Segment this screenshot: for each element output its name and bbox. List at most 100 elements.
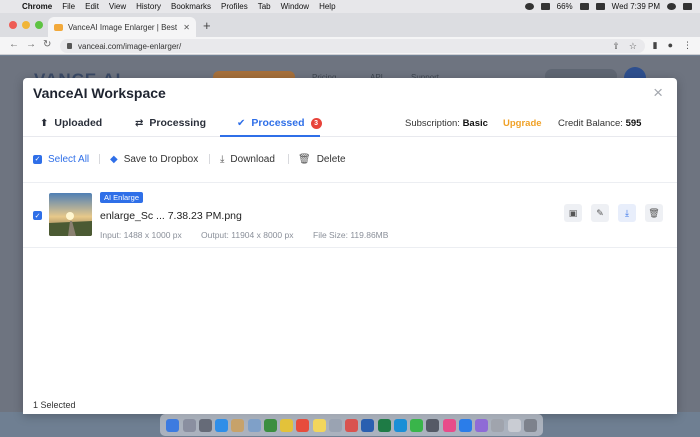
toolbar-divider: [99, 154, 100, 164]
subscription-info: Subscription: Basic: [405, 118, 488, 129]
delete-icon[interactable]: 🗑︎: [645, 204, 663, 222]
siri-icon[interactable]: [683, 3, 692, 10]
battery-icon[interactable]: [579, 3, 589, 10]
safari-icon[interactable]: [215, 418, 228, 432]
wechat-icon[interactable]: [410, 418, 423, 432]
downloads-stack-icon[interactable]: [507, 418, 521, 432]
finder-icon[interactable]: [166, 418, 180, 432]
menu-app-name[interactable]: Chrome: [22, 2, 52, 11]
browser-tab[interactable]: VanceAI Image Enlarger | Best ✕: [48, 17, 196, 37]
download-button[interactable]: ⤓ Download: [220, 148, 275, 170]
notes-app-icon[interactable]: [231, 418, 245, 432]
preview-image-icon[interactable]: ▣: [564, 204, 582, 222]
minimize-window-icon[interactable]: [22, 21, 30, 29]
menu-window[interactable]: Window: [281, 2, 309, 11]
upgrade-link[interactable]: Upgrade: [503, 118, 542, 129]
podcasts-icon[interactable]: [475, 418, 488, 432]
messages-icon[interactable]: [393, 418, 407, 432]
toolbar-divider: [209, 154, 210, 164]
macos-menubar: Chrome File Edit View History Bookmarks …: [0, 0, 700, 13]
tab-processing[interactable]: ⇄ Processing: [135, 117, 206, 129]
textedit-icon[interactable]: [328, 418, 342, 432]
workspace-modal: VanceAI Workspace × ⬆ Uploaded ⇄ Process…: [23, 78, 677, 414]
menubar-clock[interactable]: Wed 7:39 PM: [612, 2, 660, 11]
excel-icon[interactable]: [377, 418, 391, 432]
stickies-icon[interactable]: [312, 418, 326, 432]
download-icon[interactable]: ⤓: [618, 204, 636, 222]
select-all-label: Select All: [48, 153, 90, 165]
bulk-actions-toolbar: ✓ Select All ◆ Save to Dropbox ⤓ Downloa…: [23, 148, 677, 170]
close-icon[interactable]: ×: [653, 83, 663, 103]
menu-view[interactable]: View: [109, 2, 126, 11]
select-all-checkbox-icon[interactable]: ✓: [33, 154, 42, 164]
processed-check-icon: ✔: [237, 117, 246, 129]
system-preferences-icon[interactable]: [491, 418, 505, 432]
wifi-icon[interactable]: [540, 3, 550, 10]
tab-close-icon[interactable]: ✕: [183, 23, 190, 32]
menu-edit[interactable]: Edit: [85, 2, 99, 11]
address-bar[interactable]: vanceai.com/image-enlarger/ ⇪ ☆: [60, 39, 645, 53]
row-checkbox[interactable]: ✓: [33, 211, 42, 220]
menu-bookmarks[interactable]: Bookmarks: [171, 2, 211, 11]
siri-dock-icon[interactable]: [182, 418, 196, 432]
list-divider: [23, 182, 677, 183]
new-tab-icon[interactable]: +: [203, 18, 211, 33]
profile-icon[interactable]: ●: [668, 40, 673, 51]
credit-balance: Credit Balance: 595: [558, 118, 641, 129]
trash-dock-icon[interactable]: [523, 418, 537, 432]
browser-tab-bar: VanceAI Image Enlarger | Best ✕ +: [0, 13, 700, 37]
close-window-icon[interactable]: [9, 21, 17, 29]
control-center-icon[interactable]: [595, 3, 605, 10]
menu-tab[interactable]: Tab: [258, 2, 271, 11]
search-icon[interactable]: [667, 3, 676, 10]
menu-help[interactable]: Help: [319, 2, 335, 11]
back-icon[interactable]: ←: [9, 39, 19, 50]
tab-processed[interactable]: ✔ Processed 3: [237, 117, 322, 129]
save-to-dropbox-label: Save to Dropbox: [123, 153, 199, 165]
launchpad-icon[interactable]: [198, 418, 212, 432]
save-to-dropbox-button[interactable]: ◆ Save to Dropbox: [110, 148, 198, 170]
file-name: enlarge_Sc ... 7.38.23 PM.png: [100, 210, 242, 222]
toolbar-divider: [288, 154, 289, 164]
list-item: ✓ AI Enlarge enlarge_Sc ... 7.38.23 PM.p…: [23, 188, 677, 248]
tab-processed-label: Processed: [251, 117, 305, 129]
menu-profiles[interactable]: Profiles: [221, 2, 248, 11]
delete-button[interactable]: 🗑︎ Delete: [298, 148, 346, 170]
trash-icon: 🗑︎: [298, 153, 311, 165]
preview-app-icon[interactable]: [247, 418, 261, 432]
calendar-icon[interactable]: [296, 418, 310, 432]
select-all-button[interactable]: ✓ Select All: [33, 148, 89, 170]
processing-sync-icon: ⇄: [135, 117, 144, 129]
credit-label: Credit Balance:: [558, 118, 623, 129]
landscape-thumbnail-graphic: [49, 193, 92, 236]
subscription-label: Subscription:: [405, 118, 460, 129]
processed-count-badge: 3: [310, 117, 322, 129]
app-store-icon[interactable]: [458, 418, 472, 432]
reload-icon[interactable]: ↻: [43, 39, 51, 50]
ai-enlarge-tag: AI Enlarge: [100, 192, 144, 203]
image-thumbnail[interactable]: [49, 193, 92, 236]
spotlight-status-icon[interactable]: [524, 3, 534, 10]
terminal-icon[interactable]: [426, 418, 440, 432]
music-icon[interactable]: [442, 418, 456, 432]
selected-count: 1 Selected: [33, 400, 76, 410]
upload-arrow-icon: ⬆: [40, 117, 49, 129]
edit-icon[interactable]: ✎: [591, 204, 609, 222]
sidebar-toggle-icon[interactable]: ▮: [653, 40, 658, 51]
browser-extension-area: ▮ ● ⋮: [653, 40, 692, 51]
dropbox-icon: ◆: [110, 153, 118, 165]
bookmark-star-icon[interactable]: ☆: [629, 41, 637, 52]
browser-menu-icon[interactable]: ⋮: [683, 40, 692, 51]
menu-history[interactable]: History: [136, 2, 161, 11]
chrome-icon[interactable]: [280, 418, 293, 432]
maximize-window-icon[interactable]: [35, 21, 43, 29]
menu-file[interactable]: File: [62, 2, 75, 11]
download-icon: ⤓: [220, 153, 225, 165]
maps-icon[interactable]: [263, 418, 277, 432]
word-icon[interactable]: [361, 418, 375, 432]
share-icon[interactable]: ⇪: [612, 41, 620, 52]
forward-icon[interactable]: →: [26, 39, 36, 50]
photos-icon[interactable]: [345, 418, 358, 432]
lock-icon[interactable]: [67, 43, 72, 49]
tab-uploaded[interactable]: ⬆ Uploaded: [40, 117, 102, 129]
